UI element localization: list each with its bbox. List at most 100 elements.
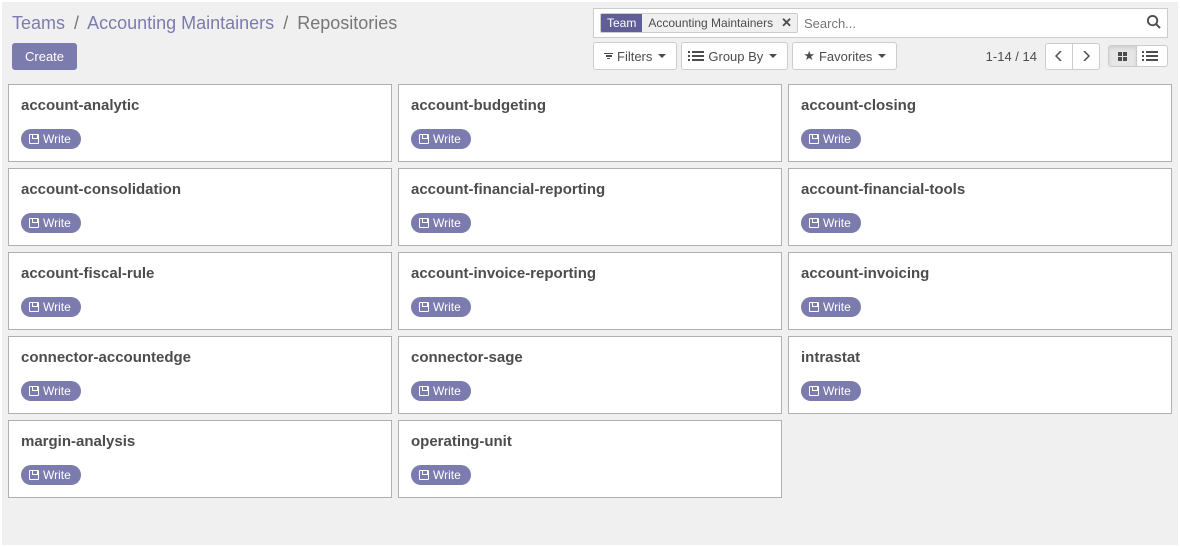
pager-prev-button[interactable] [1045,43,1073,70]
repo-card[interactable]: connector-sage Write [398,336,782,414]
funnel-icon [604,53,613,60]
repo-name: account-invoice-reporting [411,265,769,282]
repo-card[interactable]: operating-unit Write [398,420,782,498]
repo-name: account-financial-tools [801,181,1159,198]
write-button[interactable]: Write [411,381,471,401]
write-label: Write [823,216,851,230]
kanban-icon [1118,52,1127,61]
repo-name: intrastat [801,349,1159,366]
write-label: Write [43,132,71,146]
write-button[interactable]: Write [801,381,861,401]
save-icon [809,218,819,228]
write-button[interactable]: Write [411,465,471,485]
list-icon [1146,51,1158,61]
write-button[interactable]: Write [411,129,471,149]
write-button[interactable]: Write [411,297,471,317]
save-icon [419,302,429,312]
repo-name: margin-analysis [21,433,379,450]
repo-card[interactable]: margin-analysis Write [8,420,392,498]
write-button[interactable]: Write [411,213,471,233]
list-icon [692,51,704,61]
favorites-button[interactable]: ★ Favorites [792,42,897,70]
repo-name: operating-unit [411,433,769,450]
repo-card[interactable]: account-invoice-reporting Write [398,252,782,330]
breadcrumb: Teams / Accounting Maintainers / Reposit… [12,13,397,34]
write-button[interactable]: Write [21,381,81,401]
group-by-button[interactable]: Group By [681,42,788,70]
repo-name: connector-accountedge [21,349,379,366]
filters-label: Filters [617,49,652,64]
facet-value: Accounting Maintainers [642,14,779,32]
chevron-down-icon [769,54,777,58]
facet-label: Team [601,14,642,32]
kanban-grid: account-analytic Write account-budgeting Wr… [8,84,1172,498]
write-button[interactable]: Write [21,297,81,317]
repo-name: connector-sage [411,349,769,366]
repo-name: account-financial-reporting [411,181,769,198]
star-icon: ★ [803,48,815,64]
repo-card[interactable]: account-consolidation Write [8,168,392,246]
write-label: Write [43,300,71,314]
repo-name: account-analytic [21,97,379,114]
save-icon [419,134,429,144]
write-label: Write [43,216,71,230]
write-button[interactable]: Write [21,213,81,233]
repo-name: account-closing [801,97,1159,114]
repo-card[interactable]: account-fiscal-rule Write [8,252,392,330]
write-label: Write [823,300,851,314]
save-icon [419,386,429,396]
save-icon [29,134,39,144]
breadcrumb-current: Repositories [297,13,397,33]
write-label: Write [433,468,461,482]
breadcrumb-sep-icon: / [74,13,79,33]
search-bar[interactable]: Team Accounting Maintainers ✕ [593,8,1168,38]
chevron-down-icon [878,54,886,58]
search-icon[interactable] [1146,14,1161,33]
favorites-label: Favorites [819,49,872,64]
write-label: Write [43,384,71,398]
repo-card[interactable]: account-budgeting Write [398,84,782,162]
repo-card[interactable]: account-financial-reporting Write [398,168,782,246]
repo-card[interactable]: account-closing Write [788,84,1172,162]
repo-card[interactable]: account-financial-tools Write [788,168,1172,246]
pager-range: 1-14 / 14 [986,49,1037,64]
repo-name: account-consolidation [21,181,379,198]
write-button[interactable]: Write [801,297,861,317]
save-icon [809,134,819,144]
save-icon [29,302,39,312]
write-button[interactable]: Write [801,129,861,149]
save-icon [419,218,429,228]
search-input[interactable] [798,14,1146,33]
list-view-button[interactable] [1137,45,1168,67]
write-button[interactable]: Write [801,213,861,233]
save-icon [809,386,819,396]
create-button[interactable]: Create [12,43,77,70]
write-label: Write [823,132,851,146]
write-button[interactable]: Write [21,465,81,485]
write-label: Write [433,300,461,314]
write-label: Write [823,384,851,398]
save-icon [29,470,39,480]
write-label: Write [43,468,71,482]
write-label: Write [433,132,461,146]
repo-card[interactable]: intrastat Write [788,336,1172,414]
save-icon [419,470,429,480]
repo-card[interactable]: connector-accountedge Write [8,336,392,414]
facet-remove-icon[interactable]: ✕ [779,15,797,31]
repo-name: account-fiscal-rule [21,265,379,282]
filters-button[interactable]: Filters [593,42,677,70]
breadcrumb-parent[interactable]: Accounting Maintainers [87,13,274,33]
chevron-down-icon [658,54,666,58]
write-label: Write [433,384,461,398]
save-icon [29,386,39,396]
kanban-view-button[interactable] [1108,45,1137,67]
write-button[interactable]: Write [21,129,81,149]
group-by-label: Group By [708,49,763,64]
repo-name: account-budgeting [411,97,769,114]
breadcrumb-teams[interactable]: Teams [12,13,65,33]
breadcrumb-sep-icon: / [283,13,288,33]
pager-next-button[interactable] [1073,43,1100,70]
repo-card[interactable]: account-invoicingWrite [788,252,1172,330]
repo-card[interactable]: account-analytic Write [8,84,392,162]
save-icon [809,302,819,312]
